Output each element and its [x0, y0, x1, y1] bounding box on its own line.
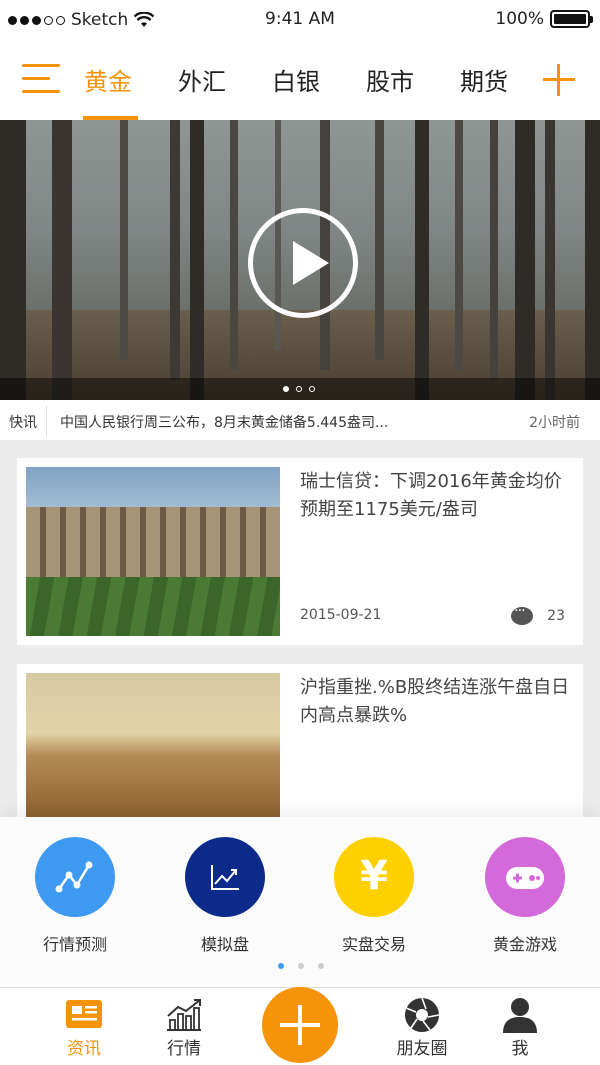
yen-icon: ¥ — [334, 837, 414, 917]
tab-futures[interactable]: 期货 — [460, 62, 508, 97]
battery-area: 100% — [495, 9, 593, 29]
trend-line-icon — [35, 837, 115, 917]
ticker-label: 快讯 — [9, 415, 37, 431]
status-bar: Sketch 9:41 AM 100% — [0, 0, 600, 40]
tab-forex[interactable]: 外汇 — [178, 62, 226, 97]
user-icon — [480, 996, 560, 1034]
nav-news[interactable]: 资讯 — [44, 996, 124, 1059]
ticker-time: 2小时前 — [529, 415, 580, 431]
news-ticker[interactable]: 快讯 中国人民银行周三公布，8月末黄金储备5.445盎司... 2小时前 — [0, 400, 600, 440]
add-button[interactable] — [262, 987, 338, 1063]
article-title: 沪指重挫.%B股终结连涨午盘自日内高点暴跌% — [300, 677, 570, 726]
play-icon[interactable] — [248, 208, 358, 318]
article-thumbnail — [26, 673, 280, 823]
quick-action-simulation[interactable]: 模拟盘 — [175, 837, 275, 955]
quick-actions-panel: 行情预测 模拟盘 ¥ 实盘交易 黄金游戏 — [0, 817, 600, 987]
article-card[interactable]: 沪指重挫.%B股终结连涨午盘自日内高点暴跌% — [17, 664, 583, 824]
comment-number: 23 — [547, 608, 565, 624]
bottom-nav: 资讯 行情 朋友圈 我 — [0, 987, 600, 1065]
news-icon — [44, 996, 124, 1034]
article-date: 2015-09-21 — [300, 607, 382, 623]
nav-label: 资讯 — [67, 1039, 101, 1059]
ticker-headline[interactable]: 中国人民银行周三公布，8月末黄金储备5.445盎司... — [60, 412, 388, 432]
pager-dot[interactable] — [309, 386, 315, 392]
menu-icon[interactable] — [22, 60, 60, 96]
pager-dot[interactable] — [296, 386, 302, 392]
quick-action-gold-game[interactable]: 黄金游戏 — [475, 837, 575, 955]
app-screen: Sketch 9:41 AM 100% 黄金 外汇 白银 股市 期货 快讯 中国… — [0, 0, 600, 1065]
banner-pager — [283, 386, 315, 392]
nav-moments[interactable]: 朋友圈 — [382, 996, 462, 1059]
nav-label: 我 — [511, 1039, 529, 1059]
aperture-icon — [382, 996, 462, 1034]
nav-me[interactable]: 我 — [480, 996, 560, 1059]
pager-dot[interactable] — [298, 963, 304, 969]
tab-silver[interactable]: 白银 — [272, 62, 320, 97]
article-card[interactable]: 瑞士信贷：下调2016年黄金均价预期至1175美元/盎司 2015-09-21 … — [17, 458, 583, 645]
quick-action-label: 实盘交易 — [341, 935, 406, 954]
tab-stocks[interactable]: 股市 — [366, 62, 414, 97]
quick-action-real-trading[interactable]: ¥ 实盘交易 — [324, 837, 424, 955]
pager-dot[interactable] — [283, 386, 289, 392]
quick-action-label: 黄金游戏 — [492, 935, 557, 954]
tab-gold[interactable]: 黄金 — [84, 62, 132, 97]
quick-action-label: 行情预测 — [42, 935, 107, 954]
battery-icon — [550, 10, 593, 28]
add-category-icon[interactable] — [543, 64, 575, 96]
pager-dot[interactable] — [318, 963, 324, 969]
market-chart-icon — [144, 996, 224, 1034]
article-thumbnail — [26, 467, 280, 636]
comment-count[interactable]: 23 — [511, 603, 565, 625]
comment-icon — [511, 603, 534, 625]
video-banner[interactable] — [0, 120, 600, 400]
chart-up-icon — [185, 837, 265, 917]
nav-label: 朋友圈 — [396, 1039, 448, 1059]
yen-glyph: ¥ — [360, 853, 388, 899]
pager-dot[interactable] — [278, 963, 284, 969]
battery-percent: 100% — [495, 9, 544, 29]
quick-actions-pager — [278, 963, 324, 969]
gamepad-icon — [485, 837, 565, 917]
quick-action-label: 模拟盘 — [200, 935, 249, 954]
article-title: 瑞士信贷：下调2016年黄金均价预期至1175美元/盎司 — [300, 471, 562, 520]
nav-market[interactable]: 行情 — [144, 996, 224, 1059]
divider — [46, 406, 47, 436]
category-tabbar: 黄金 外汇 白银 股市 期货 — [0, 40, 600, 120]
quick-action-forecast[interactable]: 行情预测 — [25, 837, 125, 955]
nav-label: 行情 — [167, 1039, 201, 1059]
